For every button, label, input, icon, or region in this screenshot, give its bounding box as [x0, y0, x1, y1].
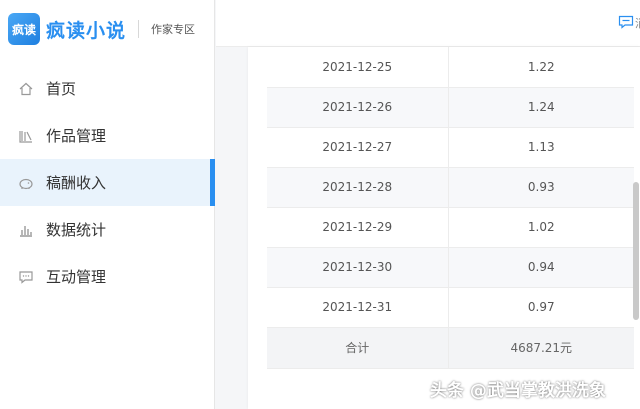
watermark: 头条 @武当掌教洪洗象 [430, 381, 606, 401]
date-cell: 2021-12-31 [267, 287, 449, 328]
sidebar-item-interaction[interactable]: 互动管理 [0, 253, 215, 300]
amount-cell: 1.24 [448, 87, 634, 128]
message-link-label[interactable]: 消 [635, 15, 640, 31]
table-row: 2021-12-25 1.22 [267, 47, 634, 88]
piggy-bank-icon [18, 175, 34, 191]
sidebar-item-home[interactable]: 首页 [0, 65, 215, 112]
books-icon [18, 128, 34, 144]
sidebar-item-label: 首页 [46, 80, 77, 98]
amount-cell: 0.93 [448, 167, 634, 208]
amount-cell: 1.02 [448, 207, 634, 248]
message-icon[interactable] [618, 14, 634, 30]
sidebar-item-label: 稿酬收入 [46, 174, 107, 192]
scrollbar-thumb[interactable] [633, 182, 639, 320]
table-row: 2021-12-31 0.97 [267, 287, 634, 328]
logo-wordmark[interactable]: 疯读小说 [46, 16, 126, 43]
date-cell: 2021-12-29 [267, 207, 449, 248]
table-row: 2021-12-27 1.13 [267, 127, 634, 168]
sidebar-item-income[interactable]: 稿酬收入 [0, 159, 215, 206]
date-cell: 2021-12-25 [267, 47, 449, 88]
date-cell: 2021-12-28 [267, 167, 449, 208]
brand-header: 疯读 疯读小说 作家专区 [0, 0, 214, 58]
table-row: 2021-12-29 1.02 [267, 207, 634, 248]
logo-badge[interactable]: 疯读 [8, 13, 40, 45]
brand-divider [138, 20, 140, 38]
sidebar-item-stats[interactable]: 数据统计 [0, 206, 215, 253]
amount-cell: 0.94 [448, 247, 634, 288]
amount-cell: 1.22 [448, 47, 634, 88]
sidebar-item-label: 作品管理 [46, 127, 107, 145]
amount-cell: 1.13 [448, 127, 634, 168]
total-label: 合计 [267, 327, 449, 369]
date-cell: 2021-12-27 [267, 127, 449, 168]
date-cell: 2021-12-26 [267, 87, 449, 128]
total-value: 4687.21元 [448, 327, 634, 369]
daily-income-table: 2021-12-25 1.22 2021-12-26 1.24 2021-12-… [267, 47, 634, 369]
table-row: 2021-12-26 1.24 [267, 87, 634, 128]
income-card: 2021-12-25 1.22 2021-12-26 1.24 2021-12-… [248, 47, 640, 409]
top-header: 消 [216, 0, 640, 47]
brand-section-label: 作家专区 [151, 23, 196, 36]
sidebar-item-label: 数据统计 [46, 221, 107, 239]
bar-chart-icon [18, 222, 34, 238]
home-icon [18, 81, 34, 97]
date-cell: 2021-12-30 [267, 247, 449, 288]
chat-icon [18, 269, 34, 285]
sidebar-nav: 首页 作品管理 稿酬收入 数据统计 互动管理 [0, 65, 215, 300]
table-row: 2021-12-30 0.94 [267, 247, 634, 288]
amount-cell: 0.97 [448, 287, 634, 328]
sidebar-item-label: 互动管理 [46, 268, 107, 286]
total-row: 合计 4687.21元 [267, 327, 634, 369]
sidebar-item-works[interactable]: 作品管理 [0, 112, 215, 159]
sidebar: 疯读 疯读小说 作家专区 首页 作品管理 稿酬收入 数据统计 互动管理 [0, 0, 215, 409]
table-row: 2021-12-28 0.93 [267, 167, 634, 208]
